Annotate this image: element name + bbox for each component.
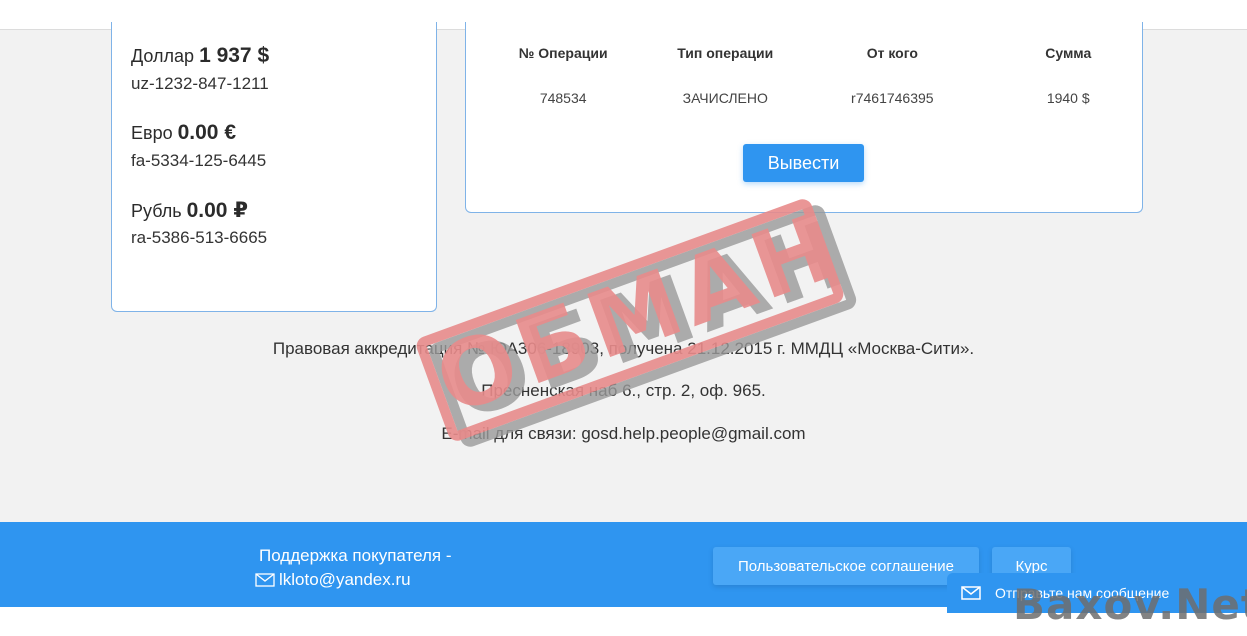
balance-eur: Евро 0.00 € fa-5334-125-6445	[131, 121, 436, 171]
operation-id: 748534	[539, 90, 587, 106]
currency-name: Доллар	[131, 46, 195, 66]
column-header: Тип операции	[677, 45, 774, 61]
operation-sender: r7461746395	[851, 90, 934, 106]
operations-table: № Операции Тип операции От кого Сумма 74…	[466, 36, 1142, 126]
currency-name: Рубль	[131, 201, 182, 221]
operations-panel: № Операции Тип операции От кого Сумма 74…	[465, 22, 1143, 213]
envelope-icon	[255, 573, 275, 587]
balance-amount: 0.00 €	[177, 121, 236, 144]
contact-email-text: E-mail для связи: gosd.help.people@gmail…	[441, 424, 806, 443]
support-title: Поддержка покупателя -	[259, 546, 452, 565]
withdraw-button[interactable]: Вывести	[743, 144, 864, 182]
fraud-stamp: ОБМАН ОБМАН	[413, 192, 865, 450]
column-header: Сумма	[1045, 45, 1092, 61]
account-number: fa-5334-125-6445	[131, 151, 267, 170]
balance-amount: 1 937 $	[199, 44, 270, 67]
column-header: № Операции	[518, 45, 608, 61]
balance-rub: Рубль 0.00 ₽ ra-5386-513-6665	[131, 198, 436, 248]
support-email-link[interactable]: lkloto@yandex.ru	[255, 568, 451, 592]
operation-amount: 1940 $	[1046, 90, 1090, 106]
column-header: От кого	[866, 45, 918, 61]
balance-usd: Доллар 1 937 $ uz-1232-847-1211	[131, 44, 436, 94]
user-agreement-button[interactable]: Пользовательское соглашение	[713, 547, 979, 585]
table-row: 748534 ЗАЧИСЛЕНО r7461746395 1940 $	[466, 70, 1142, 126]
currency-name: Евро	[131, 123, 173, 143]
envelope-icon	[961, 586, 981, 600]
balances-panel: Доллар 1 937 $ uz-1232-847-1211 Евро 0.0…	[111, 22, 437, 312]
table-header-row: № Операции Тип операции От кого Сумма	[466, 36, 1142, 70]
support-email: lkloto@yandex.ru	[279, 570, 411, 589]
watermark: Baxov.Net	[1013, 580, 1247, 629]
account-number: ra-5386-513-6665	[131, 228, 268, 247]
balance-amount: 0.00 ₽	[186, 199, 248, 222]
operation-type: ЗАЧИСЛЕНО	[682, 90, 768, 106]
account-number: uz-1232-847-1211	[131, 74, 269, 93]
stamp-text: ОБМАН	[413, 192, 852, 444]
support-block: Поддержка покупателя - lkloto@yandex.ru	[255, 544, 452, 592]
